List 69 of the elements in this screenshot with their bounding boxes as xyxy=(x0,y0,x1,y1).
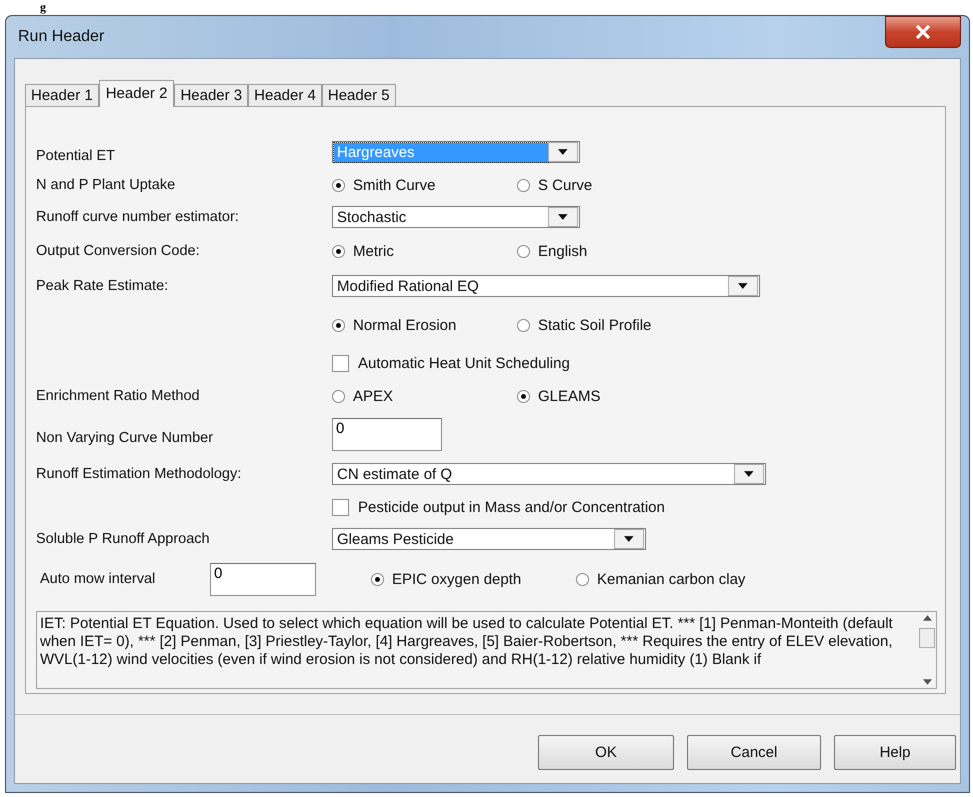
field-label: Runoff curve number estimator: xyxy=(36,209,240,225)
dialog-button[interactable]: OK xyxy=(538,735,674,770)
field-label: Runoff Estimation Methodology: xyxy=(36,466,242,482)
dropdown[interactable]: Modified Rational EQ xyxy=(332,275,760,297)
input-field[interactable]: 0 xyxy=(332,418,442,450)
radio-button[interactable] xyxy=(517,318,530,332)
tab[interactable]: Header 5 xyxy=(322,84,396,106)
radio-label: Kemanian carbon clay xyxy=(597,570,746,588)
radio-button[interactable] xyxy=(517,244,530,258)
dropdown[interactable]: Stochastic xyxy=(332,206,580,228)
field-label: N and P Plant Uptake xyxy=(36,177,176,193)
tab[interactable]: Header 1 xyxy=(25,84,99,106)
dropdown-arrow-icon xyxy=(624,536,634,542)
radio-option[interactable]: Normal Erosion xyxy=(332,316,517,334)
field-label: Auto mow interval xyxy=(39,571,156,587)
radio-option[interactable]: Metric xyxy=(332,242,517,260)
radio-label: Static Soil Profile xyxy=(538,316,652,334)
dropdown-arrow-icon xyxy=(558,214,568,220)
dropdown-arrow-icon xyxy=(558,149,568,155)
radio-label: English xyxy=(538,242,588,260)
field-label: Soluble P Runoff Approach xyxy=(36,531,211,547)
dropdown[interactable]: Gleams Pesticide xyxy=(332,528,646,550)
tab[interactable]: Header 2 xyxy=(98,80,174,107)
radio-button[interactable] xyxy=(332,390,345,402)
scroll-up-icon xyxy=(922,615,932,621)
radio-label: Smith Curve xyxy=(353,176,436,194)
radio-button[interactable] xyxy=(576,572,589,586)
radio-label: GLEAMS xyxy=(538,388,601,404)
tab[interactable]: Header 3 xyxy=(174,84,248,106)
radio-label: APEX xyxy=(353,388,394,404)
background-text: g xyxy=(40,1,46,13)
radio-option[interactable]: English xyxy=(517,242,717,260)
input-field[interactable]: 0 xyxy=(210,562,316,596)
radio-option[interactable]: S Curve xyxy=(517,176,717,194)
radio-button[interactable] xyxy=(332,244,345,258)
field-label: Output Conversion Code: xyxy=(36,243,201,259)
close-button[interactable] xyxy=(885,16,961,48)
radio-option[interactable]: EPIC oxygen depth xyxy=(371,570,576,588)
radio-label: Normal Erosion xyxy=(353,316,456,334)
radio-label: EPIC oxygen depth xyxy=(392,570,522,588)
field-label: Enrichment Ratio Method xyxy=(36,388,201,404)
scroll-down-icon xyxy=(922,679,932,685)
radio-option[interactable]: Static Soil Profile xyxy=(517,316,717,334)
radio-option[interactable]: Kemanian carbon clay xyxy=(576,570,796,588)
close-icon xyxy=(915,25,931,39)
radio-label: S Curve xyxy=(538,176,592,194)
checkbox[interactable] xyxy=(332,498,349,516)
radio-button[interactable] xyxy=(332,318,345,332)
dropdown-arrow-icon xyxy=(738,283,748,289)
dropdown-arrow-icon xyxy=(744,471,754,477)
radio-label: Metric xyxy=(353,242,394,260)
window-title: Run Header xyxy=(17,28,104,46)
radio-button[interactable] xyxy=(371,572,384,586)
dropdown[interactable]: CN estimate of Q xyxy=(332,463,766,485)
radio-button[interactable] xyxy=(332,178,345,192)
field-label: Peak Rate Estimate: xyxy=(36,278,170,294)
radio-option[interactable]: APEX xyxy=(332,388,517,404)
description-text: IET: Potential ET Equation. Used to select which equation will be used to calculate Potential ET. *** [1] Penman-Monteith (default when IET= 0), *** [2] Penman, [3] Priestley-Taylor, [4] Hargreaves, [5] Baier-Robertson, *** Requires the entry of ELEV elevation, WVL(1-12) wind velocities (even if wind erosion is not considered) and RH(1-12) relative humidity (1) Blank if xyxy=(39,614,894,670)
checkbox[interactable] xyxy=(332,354,349,372)
radio-button[interactable] xyxy=(517,178,530,192)
radio-button[interactable] xyxy=(517,390,530,402)
tab[interactable]: Header 4 xyxy=(248,84,322,106)
scroll-thumb[interactable] xyxy=(919,628,935,648)
radio-option[interactable]: GLEAMS xyxy=(517,388,717,404)
dialog-button[interactable]: Help xyxy=(834,735,956,770)
radio-option[interactable]: Smith Curve xyxy=(332,176,517,194)
field-label: Non Varying Curve Number xyxy=(36,429,214,446)
field-label: Potential ET xyxy=(36,147,116,164)
dialog-button[interactable]: Cancel xyxy=(687,735,821,770)
